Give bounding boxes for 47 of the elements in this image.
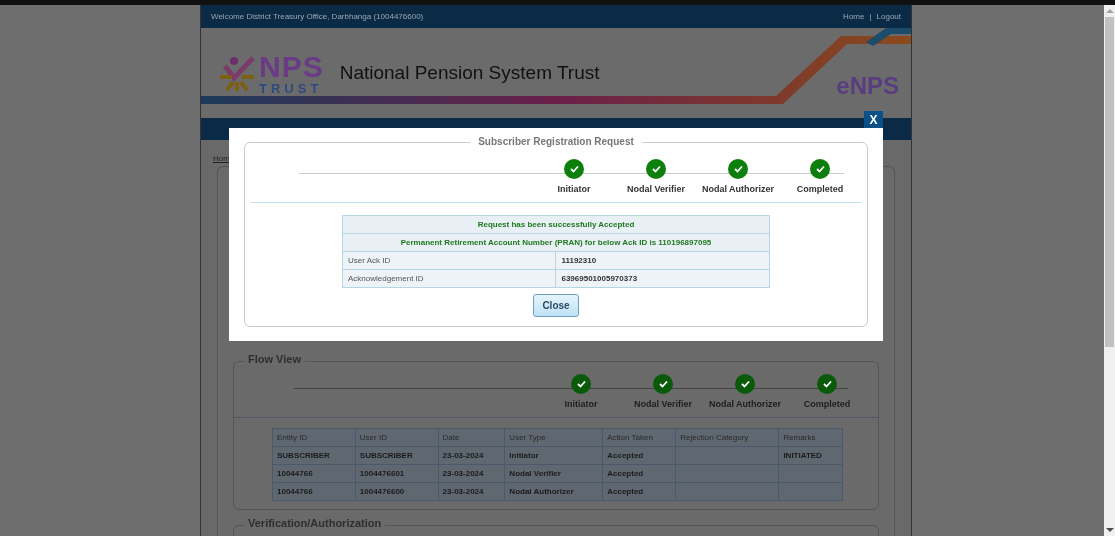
table-cell: INITIATED	[778, 446, 843, 465]
table-cell: 10044766	[272, 482, 356, 501]
step-label: Nodal Verifier	[634, 399, 692, 409]
column-header: Remarks	[778, 428, 843, 447]
close-button[interactable]: Close	[533, 294, 579, 317]
table-cell: Nodal Verifier	[504, 464, 603, 483]
step-label: Initiator	[557, 184, 591, 194]
section-title: Flow View	[244, 353, 305, 365]
logo-subtext: TRUST	[259, 81, 324, 95]
step-label: Initiator	[564, 399, 598, 409]
logo-icon	[219, 54, 257, 92]
logout-link[interactable]: Logout	[876, 12, 901, 21]
table-cell: 10044766	[272, 464, 356, 483]
column-header: Date	[438, 428, 505, 447]
table-cell: SUBSCRIBER	[272, 446, 356, 465]
column-header: User ID	[355, 428, 439, 447]
step-label: Nodal Authorizer	[701, 184, 775, 194]
table-cell: Accepted	[602, 482, 676, 501]
column-header: User Type	[504, 428, 603, 447]
table-cell: 23-03-2024	[438, 482, 505, 501]
column-header: Action Taken	[602, 428, 676, 447]
dialog-title: Subscriber Registration Request	[470, 136, 642, 147]
status-message: Request has been successfully Accepted	[342, 215, 770, 234]
home-link[interactable]: Home	[843, 12, 865, 21]
table-cell: 1004476601	[355, 464, 439, 483]
table-cell	[778, 482, 843, 501]
scrollbar[interactable]	[1104, 5, 1115, 536]
table-cell: 1004476600	[355, 482, 439, 501]
table-cell: Accepted	[602, 446, 676, 465]
table-cell: Initiator	[504, 446, 603, 465]
site-title: National Pension System Trust	[339, 62, 600, 84]
table-cell: Nodal Authorizer	[504, 482, 603, 501]
table-cell: 23-03-2024	[438, 446, 505, 465]
step-label: Completed	[796, 184, 844, 194]
link-separator: |	[869, 12, 872, 21]
table-cell: 23-03-2024	[438, 464, 505, 483]
step-label: Nodal Verifier	[627, 184, 685, 194]
column-header: Entity ID	[272, 428, 356, 447]
column-header: Rejection Category	[675, 428, 779, 447]
table-cell: Accepted	[602, 464, 676, 483]
step-label: Completed	[803, 399, 851, 409]
table-cell: SUBSCRIBER	[355, 446, 439, 465]
close-button[interactable]: X	[864, 111, 883, 129]
welcome-text: Welcome District Treasury Office, Darbhanga (1004476600)	[211, 12, 424, 21]
section-title: Verification/Authorization	[244, 517, 386, 529]
step-label: Nodal Authorizer	[708, 399, 782, 409]
table-cell	[778, 464, 843, 483]
